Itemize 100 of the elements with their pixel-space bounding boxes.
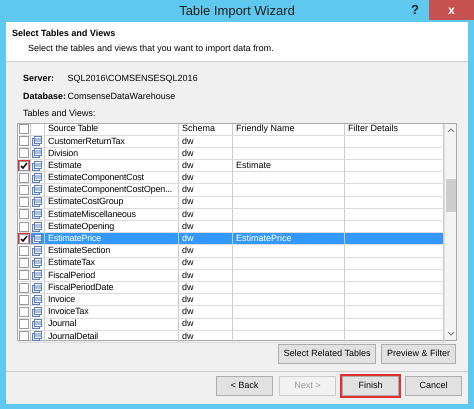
row-checkbox[interactable]: [19, 306, 29, 317]
table-row[interactable]: JournalDetail dw: [18, 330, 444, 343]
wizard-button[interactable]: Cancel: [405, 376, 462, 396]
row-checkbox[interactable]: [19, 148, 29, 158]
select-all-checkbox[interactable]: [19, 124, 29, 134]
table-row[interactable]: Estimate dw Estimate: [18, 160, 444, 172]
friendly-name-cell: Estimate: [236, 160, 272, 172]
table-icon: [32, 319, 42, 330]
row-checkbox[interactable]: [19, 209, 29, 220]
source-table-cell: EstimateCostGroup: [48, 196, 124, 208]
table-row[interactable]: EstimateSection dw: [18, 245, 444, 258]
source-table-cell: JournalDetail: [48, 330, 98, 342]
wizard-button[interactable]: Finish: [342, 376, 399, 396]
source-table-cell: EstimateComponentCost: [48, 172, 144, 184]
source-table-cell: Estimate: [48, 160, 82, 172]
table-row[interactable]: CustomerReturnTax dw: [18, 136, 444, 148]
table-icon: [32, 222, 42, 232]
schema-cell: dw: [182, 184, 194, 196]
row-checkbox[interactable]: [19, 160, 29, 171]
table-icon: [32, 160, 42, 171]
table-icon: [32, 148, 42, 158]
table-icon: [32, 306, 42, 317]
friendly-name-cell: EstimatePrice: [236, 233, 292, 244]
column-header: Source Table: [48, 124, 98, 135]
schema-cell: dw: [182, 282, 194, 294]
row-checkbox[interactable]: [19, 136, 29, 146]
wizard-button[interactable]: < Back: [216, 376, 273, 396]
table-row[interactable]: EstimateCostGroup dw: [18, 196, 444, 209]
schema-cell: dw: [182, 245, 194, 257]
select-related-tables-button[interactable]: Select Related Tables: [278, 344, 376, 364]
schema-cell: dw: [182, 233, 194, 244]
column-header: Filter Details: [348, 124, 398, 135]
row-checkbox[interactable]: [19, 185, 29, 196]
schema-cell: dw: [182, 221, 194, 232]
table-icon: [32, 294, 42, 305]
scroll-down-icon[interactable]: [446, 328, 454, 336]
table-row[interactable]: Invoice dw: [18, 294, 444, 306]
schema-cell: dw: [182, 172, 194, 184]
header-subtitle: Select the tables and views that you want to import data from.: [27, 42, 275, 55]
schema-cell: dw: [182, 294, 194, 306]
row-checkbox[interactable]: [19, 197, 29, 208]
row-checkbox[interactable]: [19, 294, 29, 305]
table-icon: [32, 136, 42, 146]
preview-filter-button[interactable]: Preview & Filter: [380, 344, 456, 364]
row-checkbox[interactable]: [19, 222, 29, 232]
source-table-cell: Journal: [48, 318, 76, 330]
row-checkbox[interactable]: [19, 319, 29, 330]
source-table-cell: EstimateOpening: [48, 221, 114, 232]
table-icon: [32, 209, 42, 220]
table-icon: [32, 234, 42, 244]
schema-cell: dw: [182, 306, 194, 318]
header-title: Select Tables and Views: [12, 27, 116, 40]
source-table-cell: FiscalPeriodDate: [48, 282, 114, 294]
table-row[interactable]: EstimateComponentCost dw: [18, 172, 444, 184]
source-table-cell: EstimateMiscellaneous: [48, 208, 136, 220]
list-label: Tables and Views:: [22, 107, 96, 120]
schema-cell: dw: [182, 270, 194, 281]
row-checkbox[interactable]: [19, 234, 29, 244]
schema-cell: dw: [182, 208, 194, 220]
source-table-cell: CustomerReturnTax: [48, 136, 125, 147]
row-checkbox[interactable]: [19, 282, 29, 293]
window-title: Table Import Wizard: [179, 2, 295, 20]
row-checkbox[interactable]: [19, 258, 29, 268]
table-row[interactable]: EstimateMiscellaneous dw: [18, 208, 444, 221]
table-icon: [32, 246, 42, 256]
close-button[interactable]: x: [429, 0, 474, 20]
table-icon: [32, 270, 42, 280]
table-row[interactable]: InvoiceTax dw: [18, 306, 444, 318]
source-table-cell: EstimateComponentCostOpen...: [48, 184, 172, 196]
row-checkbox[interactable]: [19, 246, 29, 256]
source-table-cell: Invoice: [48, 294, 76, 306]
field-value: ComsenseDataWarehouse: [68, 90, 176, 102]
table-row[interactable]: EstimateComponentCostOpen... dw: [18, 184, 444, 197]
schema-cell: dw: [182, 258, 194, 269]
field-label: Server:: [23, 72, 56, 85]
scroll-up-icon[interactable]: [446, 126, 454, 134]
scroll-thumb[interactable]: [446, 178, 456, 212]
schema-cell: dw: [182, 330, 194, 342]
table-icon: [32, 197, 42, 208]
table-icon: [32, 258, 42, 268]
field-value: SQL2016\COMSENSESQL2016: [68, 72, 198, 85]
row-checkbox[interactable]: [19, 172, 29, 183]
table-row[interactable]: FiscalPeriodDate dw: [18, 282, 444, 294]
column-header: Schema: [182, 124, 216, 135]
table-row[interactable]: Division dw: [18, 148, 444, 160]
source-table-cell: InvoiceTax: [48, 306, 89, 318]
source-table-cell: EstimateSection: [48, 245, 110, 257]
schema-cell: dw: [182, 318, 194, 330]
table-icon: [32, 185, 42, 196]
schema-cell: dw: [182, 148, 194, 160]
table-row[interactable]: Journal dw: [18, 318, 444, 331]
row-checkbox[interactable]: [19, 270, 29, 280]
row-checkbox[interactable]: [19, 331, 29, 342]
table-row[interactable]: EstimateTax dw: [18, 258, 444, 270]
source-table-cell: EstimateTax: [48, 258, 95, 269]
source-table-cell: EstimatePrice: [48, 233, 101, 244]
field-label: Database:: [23, 90, 63, 102]
table-icon: [32, 172, 42, 183]
table-row[interactable]: FiscalPeriod dw: [18, 270, 444, 282]
source-table-cell: Division: [48, 148, 78, 160]
